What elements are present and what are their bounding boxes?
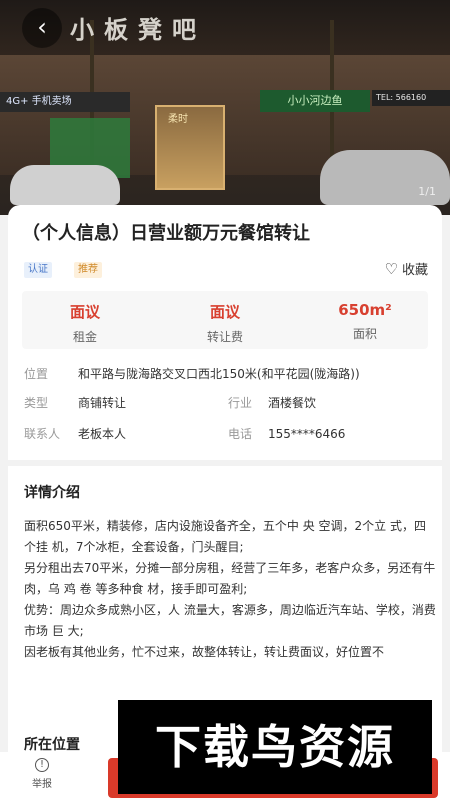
phone-store-sign: 4G+ 手机卖场: [0, 92, 130, 112]
details-paragraph: 优势：周边众多成熟小区，人 流量大，客源多，周边临近汽车站、学校，消费市场 巨 …: [24, 603, 436, 638]
info-industry: 行业 酒楼餐饮: [228, 394, 316, 411]
image-page-indicator: 1/1: [418, 185, 436, 198]
favorite-label: 收藏: [401, 263, 428, 278]
stat-rent: 面议 租金: [30, 301, 140, 345]
location-heading: 所在位置: [24, 737, 80, 753]
shop-sign: 小板凳吧: [70, 16, 206, 44]
verified-tag: 认证: [24, 262, 52, 278]
storefront: [155, 105, 225, 190]
tel-sign: TEL: 566160: [372, 90, 450, 106]
info-value: 老板本人: [78, 427, 127, 441]
info-value: 商铺转让: [78, 396, 127, 410]
info-key: 联系人: [24, 427, 61, 441]
stat-transfer-fee: 面议 转让费: [170, 301, 280, 345]
stat-area: 650m² 面积: [310, 301, 420, 342]
recommended-tag: 推荐: [74, 262, 102, 278]
info-value: 和平路与陇海路交叉口西北150米(和平花园(陇海路)): [78, 367, 360, 381]
hero-photo: 小板凳吧 4G+ 手机卖场 柔时 小小河边鱼 TEL: 566160 1/1: [0, 0, 450, 215]
info-key: 行业: [228, 396, 253, 410]
stats-panel: 面议 租金 面议 转让费 650m² 面积: [22, 291, 428, 349]
details-paragraph: 另分租出去70平米，分摊一部分房租，经营了三年多，老客户众多，另还有牛 肉，乌 …: [24, 561, 436, 596]
chevron-left-icon: ‹: [37, 13, 47, 41]
info-key: 电话: [228, 427, 253, 441]
info-phone[interactable]: 电话 155****6466: [228, 425, 345, 442]
favorite-button[interactable]: ♡ 收藏: [385, 259, 428, 278]
restaurant-sign: 小小河边鱼: [260, 90, 370, 112]
heart-icon: ♡: [384, 260, 398, 278]
exclamation-icon: !: [35, 758, 49, 772]
phone-number[interactable]: 155****6466: [268, 427, 345, 441]
details-body: 面积650平米，精装修，店内设施设备齐全，五个中 央 空调，2个立 式，四个挂 …: [24, 516, 436, 663]
storefront-label: 柔时: [168, 114, 188, 125]
car: [10, 165, 120, 205]
info-value: 酒楼餐饮: [268, 396, 317, 410]
info-key: 位置: [24, 367, 49, 381]
info-key: 类型: [24, 396, 49, 410]
info-location: 位置 和平路与陇海路交叉口西北150米(和平花园(陇海路)): [24, 365, 360, 382]
stat-value: 650m²: [338, 301, 392, 319]
stat-value: 面议: [209, 303, 240, 321]
stat-label: 转让费: [206, 330, 243, 344]
report-button[interactable]: ! 举报: [22, 758, 62, 790]
stat-label: 面积: [352, 327, 377, 341]
details-heading: 详情介绍: [24, 485, 80, 501]
info-contact: 联系人 老板本人: [24, 425, 126, 442]
details-paragraph: 面积650平米，精装修，店内设施设备齐全，五个中 央 空调，2个立 式，四个挂 …: [24, 519, 426, 554]
stat-label: 租金: [72, 330, 97, 344]
watermark: 下载鸟资源: [118, 700, 432, 794]
listing-card: （个人信息）日营业额万元餐馆转让 认证 推荐 ♡ 收藏 面议 租金 面议 转让费 …: [8, 205, 442, 460]
info-type: 类型 商铺转让: [24, 394, 126, 411]
report-label: 举报: [32, 779, 52, 790]
listing-title: （个人信息）日营业额万元餐馆转让: [22, 223, 310, 244]
back-button[interactable]: ‹: [22, 8, 62, 48]
details-paragraph: 因老板有其他业务，忙不过来，故整体转让，转让费面议，好位置不: [24, 645, 385, 659]
stat-value: 面议: [69, 303, 100, 321]
